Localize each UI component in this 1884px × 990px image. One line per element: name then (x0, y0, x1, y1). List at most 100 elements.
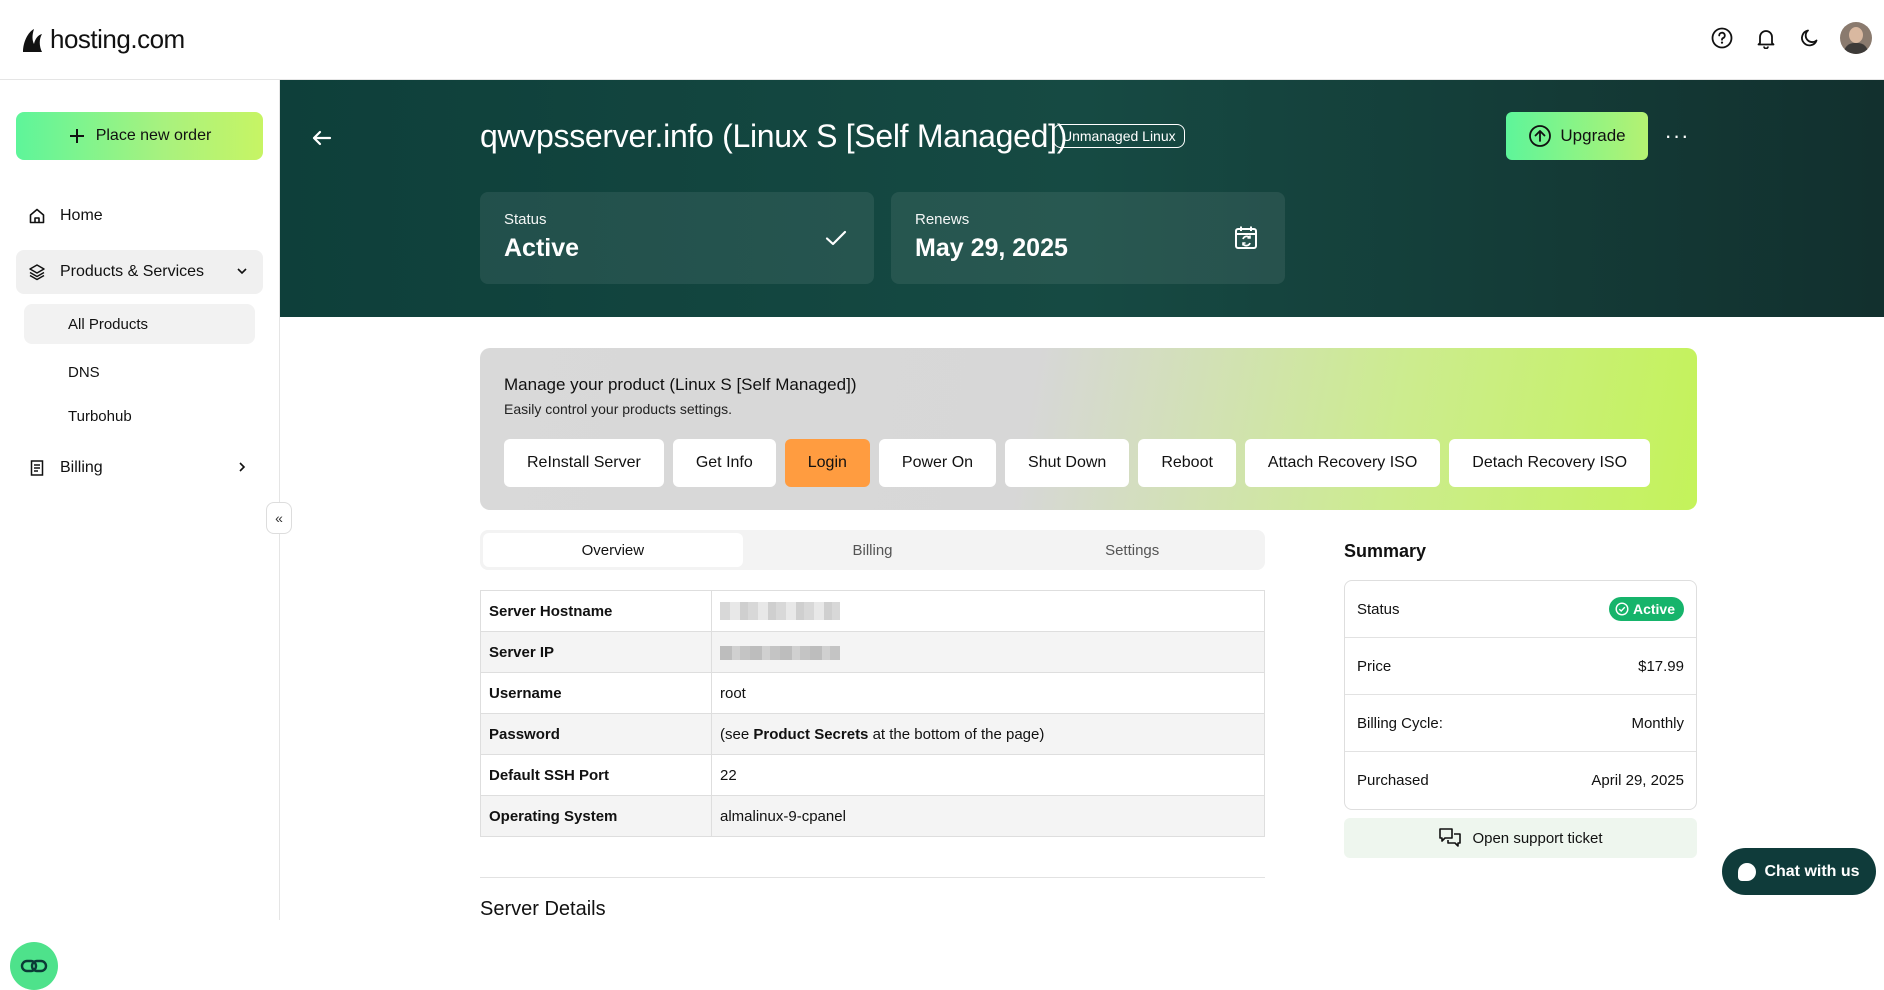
table-row: Server IP (480, 631, 1265, 673)
status-card: Status Active (480, 192, 874, 284)
link-icon (20, 959, 48, 973)
table-row: Password (see Product Secrets at the bot… (480, 713, 1265, 755)
moon-icon[interactable] (1796, 24, 1824, 52)
renews-card: Renews May 29, 2025 (891, 192, 1285, 284)
product-type-badge: Unmanaged Linux (1053, 124, 1185, 148)
sidebar-subitem-all-products[interactable]: All Products (24, 304, 255, 344)
chat-label: Chat with us (1764, 862, 1860, 880)
table-row: Operating System almalinux-9-cpanel (480, 795, 1265, 837)
sidebar: Place new order Home Products & Services… (0, 80, 280, 990)
row-value: (see Product Secrets at the bottom of th… (711, 713, 1265, 755)
status-badge-label: Active (1632, 601, 1675, 617)
sidebar-item-home[interactable]: Home (16, 194, 263, 238)
summary-label: Price (1357, 657, 1392, 675)
collapse-sidebar-button[interactable]: « (266, 502, 292, 534)
product-tabs: Overview Billing Settings (480, 530, 1265, 570)
summary-row-purchased: Purchased April 29, 2025 (1345, 752, 1696, 809)
tab-settings[interactable]: Settings (1002, 533, 1262, 567)
manage-subtitle: Easily control your products settings. (504, 401, 732, 417)
avatar[interactable] (1840, 22, 1872, 54)
row-value-redacted (711, 631, 1265, 673)
row-key: Password (480, 713, 712, 755)
sidebar-subitem-label: Turbohub (68, 407, 132, 425)
table-row: Username root (480, 672, 1265, 714)
sidebar-item-billing[interactable]: Billing (16, 446, 263, 490)
support-label: Open support ticket (1472, 829, 1603, 847)
manage-title: Manage your product (Linux S [Self Manag… (504, 375, 857, 394)
reboot-button[interactable]: Reboot (1138, 439, 1236, 487)
redacted-hostname (720, 602, 840, 621)
summary-row-status: Status Active (1345, 581, 1696, 638)
password-note-pre: (see (720, 725, 754, 743)
renews-card-label: Renews (915, 211, 970, 228)
row-value-redacted (711, 590, 1265, 632)
product-secrets-link[interactable]: Product Secrets (753, 726, 868, 743)
status-badge: Active (1608, 597, 1684, 621)
more-options-button[interactable]: ··· (1662, 123, 1692, 148)
table-row: Server Hostname (480, 590, 1265, 632)
row-key: Server IP (480, 631, 712, 673)
summary-title: Summary (1344, 541, 1427, 561)
row-key: Server Hostname (480, 590, 712, 632)
redacted-ip (720, 645, 840, 660)
status-card-value: Active (504, 234, 580, 262)
manage-product-panel: Manage your product (Linux S [Self Manag… (480, 348, 1697, 510)
place-new-order-button[interactable]: Place new order (16, 112, 263, 160)
row-key: Default SSH Port (480, 754, 712, 796)
receipt-icon (30, 460, 44, 476)
sidebar-subitem-label: DNS (68, 363, 100, 381)
section-divider (480, 877, 1265, 878)
summary-value: April 29, 2025 (1591, 772, 1684, 789)
layers-icon (29, 264, 45, 281)
tab-overview[interactable]: Overview (483, 533, 743, 567)
table-row: Default SSH Port 22 (480, 754, 1265, 796)
sidebar-item-label: Products & Services (60, 263, 205, 280)
place-new-order-label: Place new order (95, 127, 212, 144)
get-info-button[interactable]: Get Info (672, 439, 776, 487)
open-support-ticket-button[interactable]: Open support ticket (1344, 818, 1697, 858)
upgrade-button[interactable]: Upgrade (1506, 112, 1648, 160)
sidebar-subitem-turbohub[interactable]: Turbohub (24, 396, 255, 436)
chat-bubble-icon (1738, 862, 1757, 881)
tab-billing[interactable]: Billing (743, 533, 1003, 567)
detach-recovery-iso-button[interactable]: Detach Recovery ISO (1449, 439, 1651, 487)
double-chevron-left-icon: « (275, 510, 283, 526)
chat-bubbles-icon (1439, 828, 1462, 847)
summary-label: Purchased (1357, 772, 1429, 789)
summary-value: Monthly (1631, 714, 1684, 732)
top-bar: hosting.com (0, 0, 1884, 80)
brand-logo[interactable]: hosting.com (20, 24, 185, 55)
product-actions: ReInstall Server Get Info Login Power On… (504, 439, 1651, 487)
sidebar-subitem-label: All Products (68, 315, 149, 333)
bell-icon[interactable] (1752, 24, 1780, 52)
sidebar-subitem-dns[interactable]: DNS (24, 352, 255, 392)
shut-down-button[interactable]: Shut Down (1005, 439, 1130, 487)
chat-with-us-button[interactable]: Chat with us (1722, 848, 1876, 895)
summary-card: Status Active Price $17.99 Billing Cycle… (1344, 580, 1697, 810)
row-value: root (711, 672, 1265, 714)
reinstall-server-button[interactable]: ReInstall Server (504, 439, 664, 487)
page-title: qwvpsserver.info (Linux S [Self Managed]… (480, 118, 1068, 154)
sidebar-item-products-services[interactable]: Products & Services (16, 250, 263, 294)
renews-card-value: May 29, 2025 (915, 234, 1068, 262)
attach-recovery-iso-button[interactable]: Attach Recovery ISO (1244, 439, 1441, 487)
row-value: almalinux-9-cpanel (711, 795, 1265, 837)
server-info-table: Server Hostname Server IP Username root … (480, 590, 1265, 837)
login-button[interactable]: Login (784, 439, 870, 487)
summary-row-billing-cycle: Billing Cycle: Monthly (1345, 695, 1696, 752)
summary-label: Status (1357, 600, 1400, 618)
help-icon[interactable] (1708, 24, 1736, 52)
upgrade-label: Upgrade (1560, 126, 1626, 145)
back-arrow-icon[interactable] (308, 124, 336, 152)
check-circle-icon (1615, 602, 1629, 616)
row-value: 22 (711, 754, 1265, 796)
power-on-button[interactable]: Power On (878, 439, 997, 487)
help-widget-button[interactable] (10, 942, 58, 990)
home-icon (29, 208, 45, 224)
top-actions (1708, 22, 1872, 54)
summary-value: $17.99 (1638, 657, 1684, 675)
status-card-label: Status (504, 211, 547, 228)
hosting-logo-icon (23, 28, 42, 52)
plus-icon (69, 129, 84, 143)
sidebar-item-label: Billing (60, 459, 103, 476)
